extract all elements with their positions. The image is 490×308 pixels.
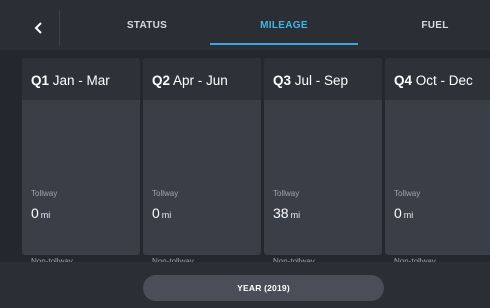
quarter-title: Q4 Oct - Dec: [394, 73, 473, 88]
tollway-label: Tollway: [152, 189, 179, 198]
tollway-value: 0 mi: [31, 205, 51, 221]
quarter-card-q1[interactable]: Q1 Jan - Mar Tollway 0mi Non-tollway 0mi: [22, 58, 140, 287]
quarter-title: Q3 Jul - Sep: [273, 73, 349, 88]
quarter-title: Q2 Apr - Jun: [152, 73, 228, 88]
tollway-label: Tollway: [394, 189, 421, 198]
tollway-label: Tollway: [273, 189, 300, 198]
back-button[interactable]: [18, 10, 60, 46]
quarter-card-q4[interactable]: Q4 Oct - Dec Tollway 0mi Non-tollway 0mi: [385, 58, 490, 287]
card-header: Q3 Jul - Sep: [264, 58, 382, 100]
tollway-value: 38 mi: [273, 205, 301, 221]
quarter-title: Q1 Jan - Mar: [31, 73, 110, 88]
year-selector-button[interactable]: YEAR (2019): [143, 275, 384, 301]
tab-status[interactable]: STATUS: [92, 0, 202, 50]
card-header: Q1 Jan - Mar: [22, 58, 140, 100]
tollway-value: 0 mi: [394, 205, 414, 221]
card-header: Q4 Oct - Dec: [385, 58, 490, 100]
chevron-left-icon: [34, 22, 42, 34]
tollway-label: Tollway: [31, 189, 58, 198]
top-tab-bar: STATUS MILEAGE FUEL: [0, 0, 490, 50]
quarter-card-q3[interactable]: Q3 Jul - Sep Tollway 38mi Non-tollway 25…: [264, 58, 382, 287]
active-tab-indicator: [210, 43, 358, 45]
tollway-value: 0 mi: [152, 205, 172, 221]
card-header: Q2 Apr - Jun: [143, 58, 261, 100]
quarter-card-q2[interactable]: Q2 Apr - Jun Tollway 0mi Non-tollway 0mi: [143, 58, 261, 287]
mileage-screen: STATUS MILEAGE FUEL Q1 Jan - Mar Tollway…: [0, 0, 490, 308]
tab-fuel[interactable]: FUEL: [395, 0, 475, 50]
